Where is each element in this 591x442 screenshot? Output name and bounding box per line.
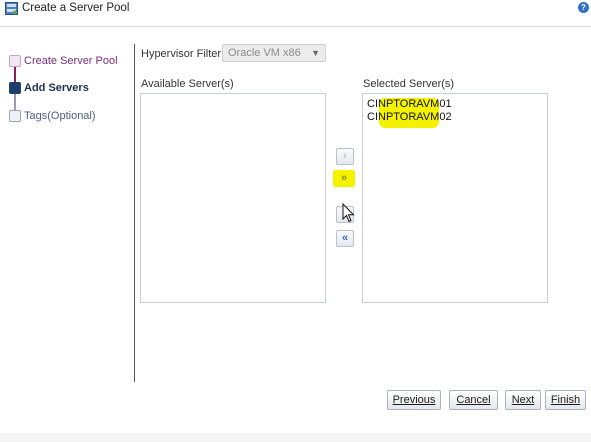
- title-divider: [0, 26, 591, 27]
- mouse-cursor-icon: [342, 203, 355, 223]
- train-step-create-server-pool[interactable]: Create Server Pool: [24, 55, 118, 67]
- remove-all-icon: «: [341, 232, 349, 244]
- move-selected-icon: ›: [343, 150, 347, 162]
- train-stop-add-servers: [9, 82, 21, 94]
- hypervisor-filter-label: Hypervisor Filter:: [141, 48, 225, 60]
- finish-button[interactable]: Finish: [545, 390, 586, 410]
- remove-all-button[interactable]: «: [336, 230, 354, 247]
- content-divider: [134, 44, 135, 382]
- previous-button[interactable]: Previous: [387, 390, 441, 410]
- train-stop-tags[interactable]: [9, 110, 21, 122]
- move-all-icon: »: [340, 172, 348, 184]
- window-title: Create a Server Pool: [22, 2, 130, 14]
- hypervisor-filter-select[interactable]: Oracle VM x86 ▼: [222, 44, 326, 62]
- footer-strip: [0, 433, 591, 442]
- list-item[interactable]: CINPTORAVM02: [367, 111, 452, 123]
- server-pool-icon: [5, 2, 18, 15]
- cancel-button[interactable]: Cancel: [449, 390, 498, 410]
- list-item[interactable]: CINPTORAVM01: [367, 98, 452, 110]
- selected-servers-label: Selected Server(s): [363, 78, 455, 90]
- available-servers-label: Available Server(s): [141, 78, 234, 90]
- window-titlebar: Create a Server Pool ?: [0, 0, 591, 19]
- hypervisor-filter-value: Oracle VM x86: [228, 47, 301, 59]
- help-icon[interactable]: ?: [578, 2, 589, 13]
- train-step-tags[interactable]: Tags(Optional): [24, 110, 96, 122]
- move-all-button[interactable]: »: [333, 170, 355, 187]
- move-selected-button[interactable]: ›: [336, 148, 354, 165]
- train-stop-create-server-pool[interactable]: [9, 55, 21, 67]
- selected-servers-list[interactable]: CINPTORAVM01 CINPTORAVM02: [362, 93, 548, 303]
- chevron-down-icon: ▼: [311, 48, 320, 58]
- train-step-add-servers: Add Servers: [24, 82, 89, 94]
- next-button[interactable]: Next: [505, 390, 541, 410]
- available-servers-list[interactable]: [140, 93, 326, 303]
